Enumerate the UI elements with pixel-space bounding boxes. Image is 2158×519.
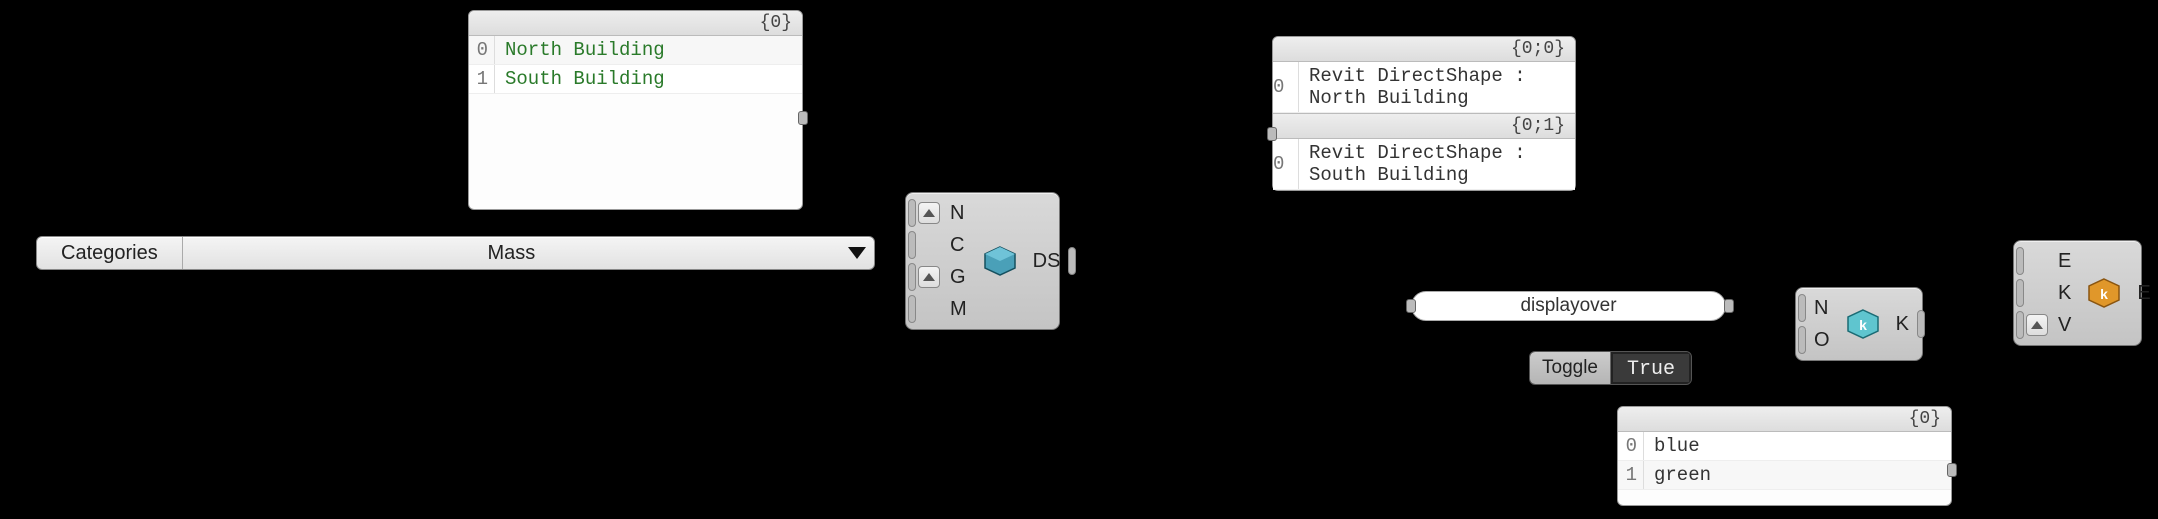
list-item: 1 green [1618,461,1951,490]
port-input-g[interactable]: G [906,261,973,293]
list-item: 0 North Building [469,36,802,65]
port-input-n[interactable]: N [906,197,973,229]
port-input-c[interactable]: C [906,229,973,261]
panel-colors-header: {0} [1618,407,1951,432]
panel-input-grip[interactable] [1267,127,1277,141]
panel-shapes[interactable]: {0;0} 0 Revit DirectShape : North Buildi… [1272,36,1576,191]
toggle-boolean[interactable]: Toggle True [1529,351,1692,385]
panel-names[interactable]: {0} 0 North Building 1 South Building [468,10,803,210]
hexagon-icon: k [1846,309,1880,339]
text-value: displayover [1520,295,1616,317]
chevron-down-icon[interactable] [840,237,874,269]
port-output-e[interactable]: E [2131,277,2158,309]
port-input-v[interactable]: V [2014,309,2077,341]
port-input-o[interactable]: O [1796,324,1836,356]
graft-icon[interactable] [2026,314,2048,336]
graft-icon[interactable] [918,202,940,224]
dropdown-categories[interactable]: Categories Mass [36,236,875,270]
hexagon-icon: k [2087,278,2121,308]
list-item: 0 Revit DirectShape : North Building [1273,62,1575,113]
port-output-ds[interactable]: DS [1027,245,1079,277]
node-nk[interactable]: N O k K [1795,287,1923,361]
node-direct-shape[interactable]: N C G M DS [905,192,1060,330]
toggle-label: Toggle [1530,352,1611,384]
panel-colors[interactable]: {0} 0 blue 1 green [1617,406,1952,506]
dropdown-value: Mass [183,237,840,269]
node-ekv[interactable]: E K V k E [2013,240,2142,346]
pill-input-grip[interactable] [1406,299,1416,313]
port-input-m[interactable]: M [906,293,973,325]
port-input-n[interactable]: N [1796,292,1836,324]
port-output-k[interactable]: K [1890,308,1927,340]
panel-output-grip[interactable] [798,111,808,125]
text-input-displayover[interactable]: displayover [1411,291,1726,321]
list-item: 0 blue [1618,432,1951,461]
panel-output-grip[interactable] [1947,463,1957,477]
list-item: 0 Revit DirectShape : South Building [1273,139,1575,190]
svg-text:k: k [2100,286,2108,302]
panel-shapes-branch-1-header: {0;1} [1273,113,1575,139]
panel-shapes-branch-0-header: {0;0} [1273,37,1575,62]
port-input-k[interactable]: K [2014,277,2077,309]
graft-icon[interactable] [918,266,940,288]
pill-output-grip[interactable] [1724,299,1734,313]
list-item: 1 South Building [469,65,802,94]
svg-text:k: k [1859,317,1867,333]
port-input-e[interactable]: E [2014,245,2077,277]
panel-names-header: {0} [469,11,802,36]
toggle-value[interactable]: True [1611,352,1691,384]
hexagon-icon [983,246,1017,276]
dropdown-label: Categories [37,237,183,269]
